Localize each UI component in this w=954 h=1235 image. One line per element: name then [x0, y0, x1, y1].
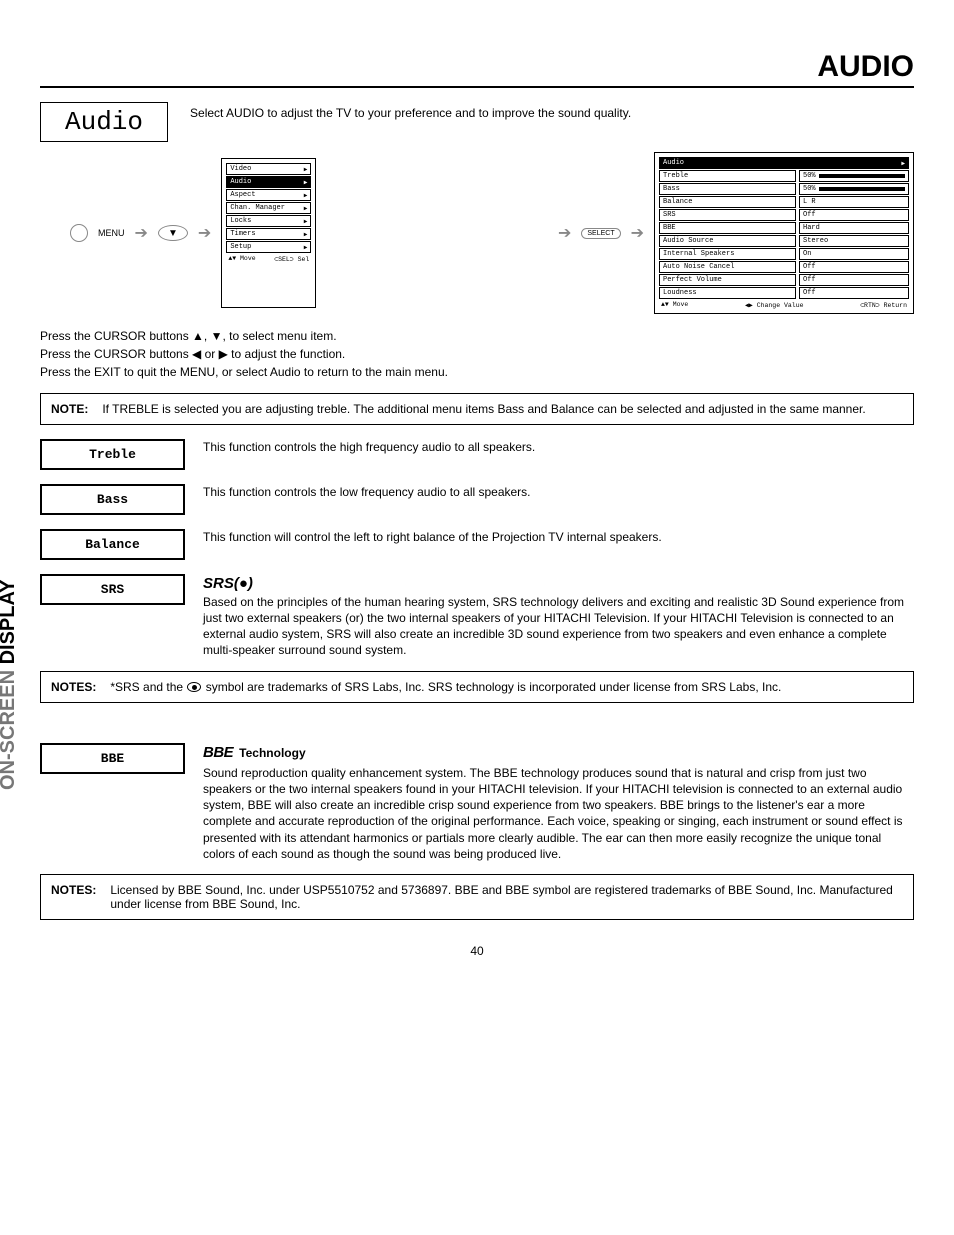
feature-balance: Balance This function will control the l… [40, 529, 914, 560]
osd-menu-item: Chan. Manager▶ [226, 202, 311, 214]
feature-label: Treble [40, 439, 185, 470]
osd-row-label: Audio Source [659, 235, 796, 247]
osd-audio-row: Internal SpeakersOn [659, 248, 909, 260]
osd-row-value: Stereo [799, 235, 909, 247]
flow-diagram: MENU ➔ ▼ ➔ Video▶Audio▶Aspect▶Chan. Mana… [40, 152, 914, 314]
technology-word: Technology [239, 745, 305, 761]
osd-row-label: Balance [659, 196, 796, 208]
note-box-treble: NOTE: If TREBLE is selected you are adju… [40, 393, 914, 425]
osd-audio-row: Auto Noise CancelOff [659, 261, 909, 273]
osd-row-value: 50% [799, 170, 909, 182]
side-tab-shaded: ON-SCREEN [0, 670, 19, 790]
osd-audio-header: Audio▶ [659, 157, 909, 169]
osd-audio-row: Perfect VolumeOff [659, 274, 909, 286]
osd-footer-change: Change Value [757, 302, 804, 309]
arrow-icon: ➔ [631, 223, 644, 243]
osd-audio-row: BalanceL R [659, 196, 909, 208]
bbe-logo-icon: BBE [203, 743, 233, 763]
osd-menu-item: Audio▶ [226, 176, 311, 188]
osd-audio-row: BBEHard [659, 222, 909, 234]
page-title: AUDIO [40, 50, 914, 88]
osd-menu-item: Setup▶ [226, 241, 311, 253]
feature-label: Bass [40, 484, 185, 515]
side-tab-solid: DISPLAY [0, 580, 19, 670]
notes-text-b: symbol are trademarks of SRS Labs, Inc. … [202, 680, 781, 694]
osd-audio-row: Audio SourceStereo [659, 235, 909, 247]
osd-row-value: Off [799, 287, 909, 299]
osd-row-label: Perfect Volume [659, 274, 796, 286]
osd-row-label: SRS [659, 209, 796, 221]
feature-text: This function will control the left to r… [203, 529, 914, 545]
audio-heading-box: Audio [40, 102, 168, 142]
osd-footer-return: Return [884, 302, 907, 309]
notes-label: NOTES: [51, 883, 96, 911]
feature-label: BBE [40, 743, 185, 774]
side-tab: ON-SCREEN DISPLAY [0, 580, 20, 790]
osd-row-label: Auto Noise Cancel [659, 261, 796, 273]
osd-menu-item: Aspect▶ [226, 189, 311, 201]
srs-description: Based on the principles of the human hea… [203, 594, 914, 659]
instruction-line: Press the CURSOR buttons ▲, ▼, to select… [40, 328, 914, 344]
osd-row-value: Off [799, 274, 909, 286]
osd-footer-move: Move [673, 301, 689, 308]
feature-bbe: BBE BBE Technology Sound reproduction qu… [40, 743, 914, 862]
menu-button-icon [70, 224, 88, 242]
osd-row-label: BBE [659, 222, 796, 234]
instructions: Press the CURSOR buttons ▲, ▼, to select… [40, 328, 914, 381]
osd-audio-row: SRSOff [659, 209, 909, 221]
notes-box-bbe: NOTES: Licensed by BBE Sound, Inc. under… [40, 874, 914, 920]
bbe-description: Sound reproduction quality enhancement s… [203, 765, 914, 862]
feature-treble: Treble This function controls the high f… [40, 439, 914, 470]
osd-main-menu: Video▶Audio▶Aspect▶Chan. Manager▶Locks▶T… [221, 158, 316, 308]
osd-audio-row: Bass50% [659, 183, 909, 195]
page-number: 40 [0, 944, 954, 958]
intro-row: Audio Select AUDIO to adjust the TV to y… [40, 102, 914, 142]
osd-audio-row: LoudnessOff [659, 287, 909, 299]
osd-footer-sel: Sel [298, 256, 310, 263]
arrow-icon: ➔ [198, 223, 211, 243]
feature-text: BBE Technology Sound reproduction qualit… [203, 743, 914, 862]
osd-row-value: Off [799, 261, 909, 273]
nav-oval-icon: ▼ [158, 225, 188, 241]
osd-row-value: On [799, 248, 909, 260]
srs-symbol-icon [187, 682, 201, 692]
osd-row-label: Treble [659, 170, 796, 182]
arrow-icon: ➔ [558, 223, 571, 243]
osd-menu-item: Video▶ [226, 163, 311, 175]
feature-label: SRS [40, 574, 185, 605]
srs-logo-icon: SRS(●) [203, 574, 914, 594]
feature-text: This function controls the low frequency… [203, 484, 914, 500]
notes-text-a: *SRS and the [110, 680, 186, 694]
note-text: If TREBLE is selected you are adjusting … [102, 402, 865, 416]
osd-row-value: 50% [799, 183, 909, 195]
intro-text: Select AUDIO to adjust the TV to your pr… [190, 102, 631, 120]
osd-row-value: L R [799, 196, 909, 208]
feature-text: SRS(●) Based on the principles of the hu… [203, 574, 914, 659]
osd-menu-item: Locks▶ [226, 215, 311, 227]
notes-text: Licensed by BBE Sound, Inc. under USP551… [110, 883, 903, 911]
arrow-icon: ➔ [135, 223, 148, 243]
osd-row-label: Loudness [659, 287, 796, 299]
osd-row-label: Internal Speakers [659, 248, 796, 260]
osd-row-value: Off [799, 209, 909, 221]
notes-text: *SRS and the symbol are trademarks of SR… [110, 680, 781, 694]
instruction-line: Press the CURSOR buttons ◀ or ▶ to adjus… [40, 346, 914, 362]
notes-label: NOTES: [51, 680, 96, 694]
osd-audio-row: Treble50% [659, 170, 909, 182]
feature-text: This function controls the high frequenc… [203, 439, 914, 455]
menu-label: MENU [98, 228, 125, 238]
osd-footer-move: Move [240, 255, 256, 262]
note-label: NOTE: [51, 402, 88, 416]
osd-menu-item: Timers▶ [226, 228, 311, 240]
instruction-line: Press the EXIT to quit the MENU, or sele… [40, 364, 914, 380]
osd-audio-menu: Audio▶Treble50%Bass50%BalanceL RSRSOffBB… [654, 152, 914, 314]
feature-label: Balance [40, 529, 185, 560]
osd-row-label: Bass [659, 183, 796, 195]
feature-srs: SRS SRS(●) Based on the principles of th… [40, 574, 914, 659]
select-button-icon: SELECT [581, 228, 620, 239]
notes-box-srs: NOTES: *SRS and the symbol are trademark… [40, 671, 914, 703]
osd-row-value: Hard [799, 222, 909, 234]
feature-bass: Bass This function controls the low freq… [40, 484, 914, 515]
